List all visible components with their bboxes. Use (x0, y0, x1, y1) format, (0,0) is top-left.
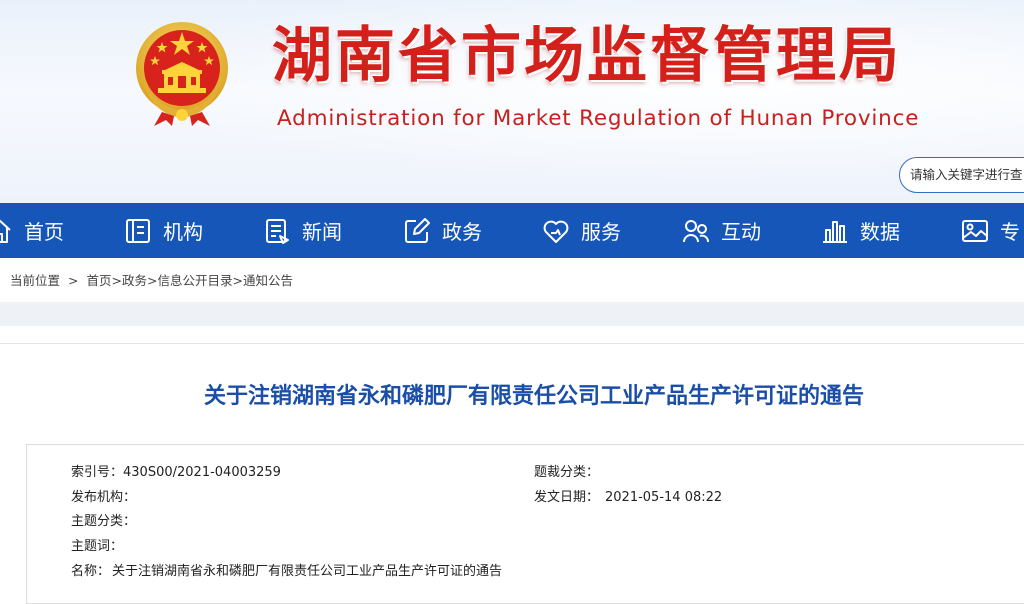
article-title: 关于注销湖南省永和磷肥厂有限责任公司工业产品生产许可证的通告 (203, 384, 864, 409)
content-top-border (0, 343, 1024, 344)
nav-item-label: 首页 (24, 220, 64, 244)
nav-item-government[interactable]: 政务 (402, 203, 482, 258)
nav-item-data[interactable]: 数据 (820, 203, 900, 258)
search-placeholder: 请输入关键字进行查 (910, 167, 1023, 182)
breadcrumb-item-separator: > (146, 273, 158, 288)
meta-label: 发文日期： (534, 490, 600, 505)
nav-item-label: 互动 (721, 220, 761, 244)
nav-item-interaction[interactable]: 互动 (681, 203, 761, 258)
meta-index-number: 索引号：430S00/2021-04003259 (71, 463, 281, 483)
meta-value: 2021-05-14 08:22 (605, 490, 723, 505)
meta-publish-date: 发文日期： 2021-05-14 08:22 (534, 488, 722, 508)
meta-label: 主题词： (71, 539, 124, 554)
interaction-icon (681, 216, 721, 246)
meta-label: 主题分类： (71, 514, 137, 529)
meta-label: 名称： (71, 564, 111, 579)
meta-keywords: 主题词： (71, 537, 123, 557)
breadcrumb-item-separator: > (111, 273, 122, 288)
image-icon (960, 216, 1000, 246)
nav-item-label: 政务 (442, 220, 482, 244)
meta-topic: 主题分类： (71, 512, 136, 532)
meta-value: 430S00/2021-04003259 (123, 465, 281, 480)
site-header: 湖南省市场监督管理局 Administration for Market Reg… (0, 0, 1024, 203)
service-icon (541, 216, 581, 246)
meta-label: 题裁分类： (534, 465, 600, 480)
nav-item-label: 专 (1000, 220, 1020, 244)
nav-item-service[interactable]: 服务 (541, 203, 621, 258)
nav-item-special[interactable]: 专 (960, 203, 1020, 258)
breadcrumb-item-separator: > (232, 273, 243, 288)
breadcrumb-disclosure-catalog[interactable]: 信息公开目录 (157, 273, 232, 288)
nav-item-label: 机构 (163, 220, 203, 244)
meta-label: 索引号： (71, 465, 124, 480)
breadcrumb-prefix: 当前位置 (10, 273, 61, 288)
document-icon (123, 216, 163, 246)
nav-item-label: 数据 (860, 220, 900, 244)
nav-item-organization[interactable]: 机构 (123, 203, 203, 258)
breadcrumb-government[interactable]: 政务 (122, 273, 147, 288)
nav-item-home[interactable]: 首页 (0, 203, 64, 258)
section-divider-band (0, 302, 1024, 326)
bar-chart-icon (820, 216, 860, 246)
nav-item-label: 新闻 (302, 220, 342, 244)
nav-item-news[interactable]: 新闻 (262, 203, 342, 258)
meta-category: 题裁分类： (534, 463, 599, 483)
site-title: 湖南省市场监督管理局 (272, 21, 902, 91)
breadcrumb-home[interactable]: 首页 (86, 273, 111, 288)
news-icon (262, 216, 302, 246)
nav-item-label: 服务 (581, 220, 621, 244)
meta-value: 关于注销湖南省永和磷肥厂有限责任公司工业产品生产许可证的通告 (112, 564, 503, 579)
main-nav: 首页 机构 新闻 政务 服务 互动 数据 专 (0, 203, 1024, 258)
meta-label: 发布机构： (71, 490, 137, 505)
breadcrumb-notices[interactable]: 通知公告 (243, 273, 293, 288)
meta-name: 名称： 关于注销湖南省永和磷肥厂有限责任公司工业产品生产许可证的通告 (71, 562, 502, 582)
edit-icon (402, 216, 442, 246)
meta-publisher: 发布机构： (71, 488, 136, 508)
site-subtitle: Administration for Market Regulation of … (277, 106, 920, 131)
breadcrumb: 当前位置 > 首页>政务>信息公开目录>通知公告 (10, 271, 293, 291)
breadcrumb-separator: > (68, 273, 79, 288)
home-icon (0, 216, 24, 246)
search-input[interactable]: 请输入关键字进行查 (899, 157, 1024, 193)
national-emblem-icon[interactable] (132, 18, 232, 128)
